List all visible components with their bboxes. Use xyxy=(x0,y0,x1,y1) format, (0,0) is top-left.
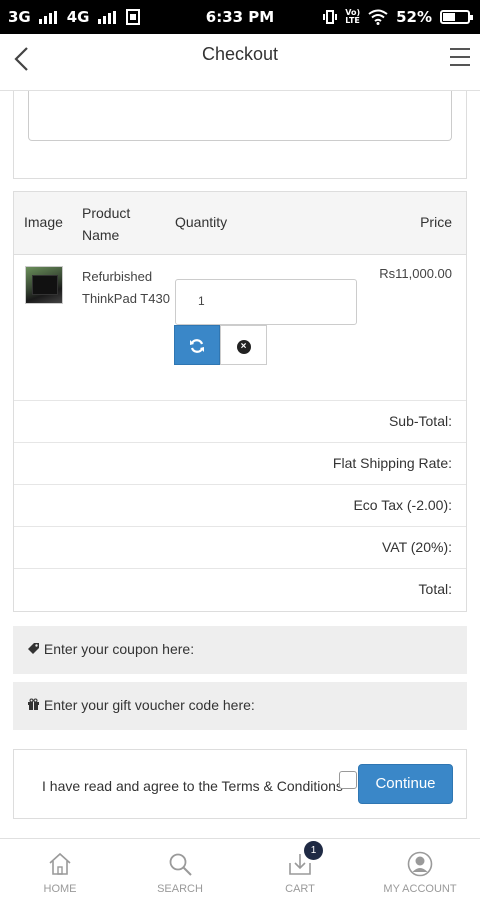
cart-table: Image Product Name Quantity Price Refurb… xyxy=(13,191,467,612)
product-name-link[interactable]: Refurbished ThinkPad T430 xyxy=(82,266,172,310)
vat-row: VAT (20%): xyxy=(14,527,466,569)
page-title: Checkout xyxy=(201,44,279,64)
column-header-image: Image xyxy=(24,214,63,230)
system-indicators: Vo) LTE 52% xyxy=(323,8,473,26)
battery-icon xyxy=(440,10,473,24)
voucher-label: Enter your gift voucher code here: xyxy=(43,697,255,713)
close-circle-icon: × xyxy=(236,340,251,354)
cart-item-row: Refurbished ThinkPad T430 1 × Rs11,000.0… xyxy=(14,255,466,401)
app-header: Checkout xyxy=(0,34,480,91)
nav-search-label: SEARCH xyxy=(157,883,203,895)
voucher-toggle[interactable]: Enter your gift voucher code here: xyxy=(13,682,467,730)
column-header-product-name: Product Name xyxy=(82,205,131,243)
unit-price: Rs11,000.00 xyxy=(379,266,452,281)
account-icon xyxy=(407,851,433,877)
coupon-label: Enter your coupon here: xyxy=(43,641,195,657)
gift-icon xyxy=(28,698,39,710)
vibrate-icon xyxy=(323,10,338,24)
nav-cart-label: CART xyxy=(285,883,315,895)
quantity-input[interactable]: 1 xyxy=(175,279,357,325)
shipping-label: Flat Shipping Rate: xyxy=(332,455,452,471)
nav-home[interactable]: HOME xyxy=(0,839,120,905)
home-icon xyxy=(49,852,71,875)
subtotal-row: Sub-Total: xyxy=(14,401,466,443)
coupon-toggle[interactable]: Enter your coupon here: xyxy=(13,626,467,674)
total-label: Total: xyxy=(418,581,452,597)
terms-checkbox[interactable] xyxy=(339,771,357,789)
nav-account-label: MY ACCOUNT xyxy=(383,883,457,895)
hamburger-menu-button[interactable] xyxy=(450,48,470,66)
total-row: Total: xyxy=(14,569,466,611)
comment-panel xyxy=(13,91,467,179)
nav-account[interactable]: MY ACCOUNT xyxy=(360,839,480,905)
nav-search[interactable]: SEARCH xyxy=(120,839,240,905)
comment-textarea[interactable] xyxy=(28,91,452,141)
menu-line xyxy=(450,64,470,66)
continue-button[interactable]: Continue xyxy=(358,764,453,804)
column-header-quantity: Quantity xyxy=(175,214,228,230)
nav-home-label: HOME xyxy=(43,883,77,895)
terms-panel: I have read and agree to the Terms & Con… xyxy=(13,749,467,819)
status-bar: 3G 4G 6:33 PM Vo) LTE 52% xyxy=(0,0,480,34)
column-header-price: Price xyxy=(420,214,452,230)
menu-line xyxy=(450,56,470,58)
menu-line xyxy=(450,48,470,50)
search-icon xyxy=(169,853,192,876)
shipping-row: Flat Shipping Rate: xyxy=(14,443,466,485)
refresh-icon xyxy=(190,339,204,354)
vat-label: VAT (20%): xyxy=(381,539,452,555)
product-thumbnail[interactable] xyxy=(25,266,63,304)
update-quantity-button[interactable] xyxy=(174,325,220,365)
terms-text: I have read and agree to the Terms & Con… xyxy=(42,778,343,794)
nav-cart[interactable]: 1 CART xyxy=(240,839,360,905)
subtotal-label: Sub-Total: xyxy=(388,413,452,429)
tag-icon xyxy=(28,643,39,654)
wifi-icon xyxy=(368,9,388,25)
bottom-navigation: HOME SEARCH 1 CART MY ACCOUNT xyxy=(0,838,480,905)
lte-label: LTE xyxy=(345,16,360,25)
eco-tax-label: Eco Tax (-2.00): xyxy=(353,497,452,513)
battery-fill xyxy=(443,13,455,21)
cart-count-badge: 1 xyxy=(304,841,323,860)
remove-item-button[interactable]: × xyxy=(220,325,267,365)
eco-tax-row: Eco Tax (-2.00): xyxy=(14,485,466,527)
cart-table-header: Image Product Name Quantity Price xyxy=(14,192,466,255)
battery-percent: 52% xyxy=(396,8,432,26)
